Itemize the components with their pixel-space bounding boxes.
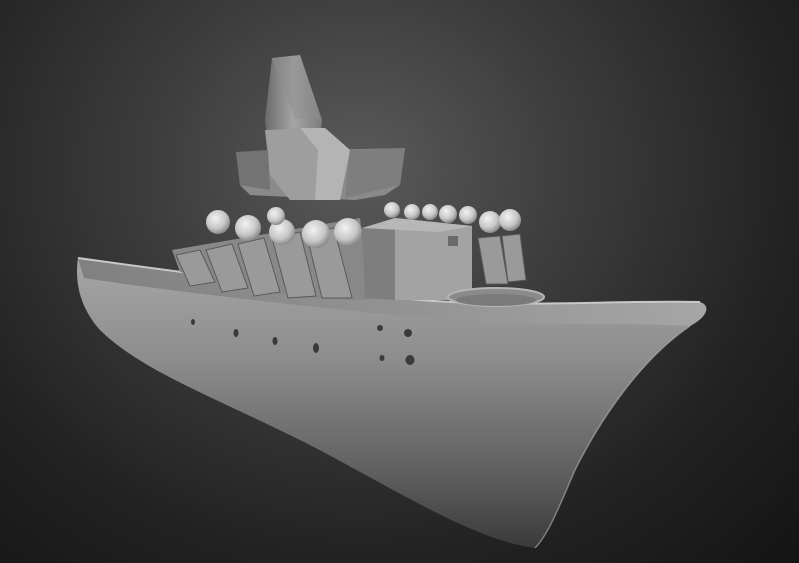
hull bbox=[76, 257, 707, 549]
turret bbox=[499, 209, 521, 231]
render-viewport bbox=[0, 0, 799, 563]
turret bbox=[459, 206, 477, 224]
porthole bbox=[313, 343, 319, 353]
circular-railing bbox=[447, 287, 545, 307]
turret bbox=[384, 202, 400, 218]
turret bbox=[302, 220, 330, 248]
porthole bbox=[405, 355, 415, 365]
porthole bbox=[377, 325, 383, 331]
bridge-wing-right bbox=[345, 148, 405, 198]
deckhouse-window bbox=[448, 236, 458, 246]
deckhouse bbox=[362, 218, 472, 300]
turret bbox=[479, 211, 501, 233]
porthole bbox=[272, 337, 278, 345]
turret bbox=[404, 204, 420, 220]
ship-model-render bbox=[76, 55, 707, 549]
bridge-tower bbox=[236, 55, 405, 200]
deckhouse-side bbox=[362, 218, 395, 300]
porthole bbox=[233, 329, 239, 337]
railing-platform bbox=[456, 294, 536, 306]
bridge-wing-left bbox=[236, 150, 270, 190]
turret bbox=[334, 218, 362, 246]
porthole bbox=[379, 355, 385, 361]
porthole bbox=[404, 329, 412, 337]
turret bbox=[439, 205, 457, 223]
turret bbox=[267, 207, 285, 225]
turret bbox=[422, 204, 438, 220]
turret bbox=[206, 210, 230, 234]
turret bbox=[235, 215, 261, 241]
porthole bbox=[191, 319, 195, 325]
